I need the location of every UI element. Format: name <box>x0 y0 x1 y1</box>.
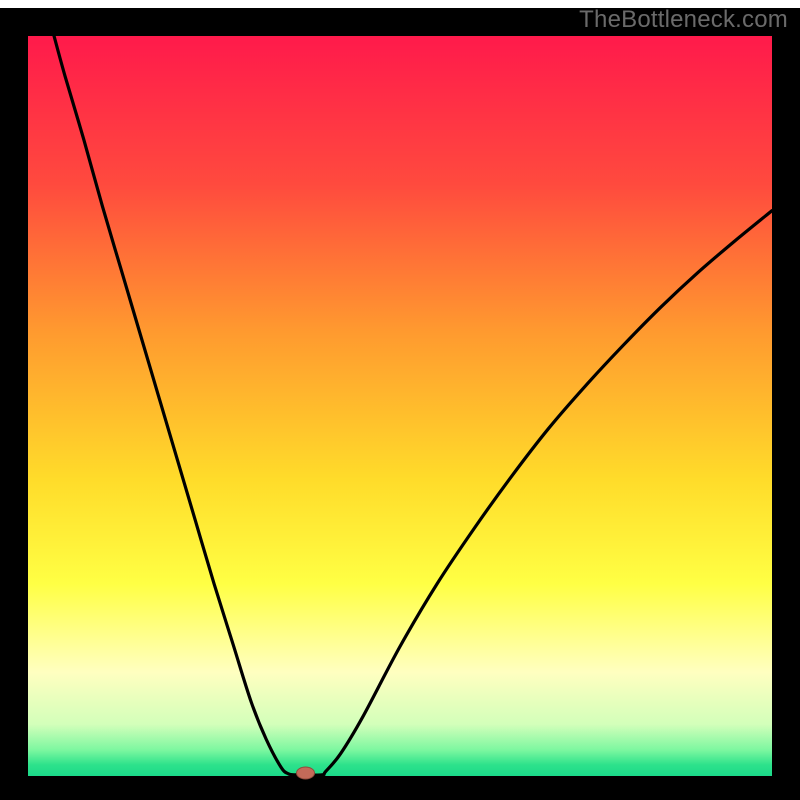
chart-background <box>28 36 772 776</box>
minimum-marker <box>297 767 315 779</box>
watermark-label: TheBottleneck.com <box>579 6 788 34</box>
chart-stage: TheBottleneck.com <box>0 0 800 800</box>
bottleneck-chart <box>0 0 800 800</box>
